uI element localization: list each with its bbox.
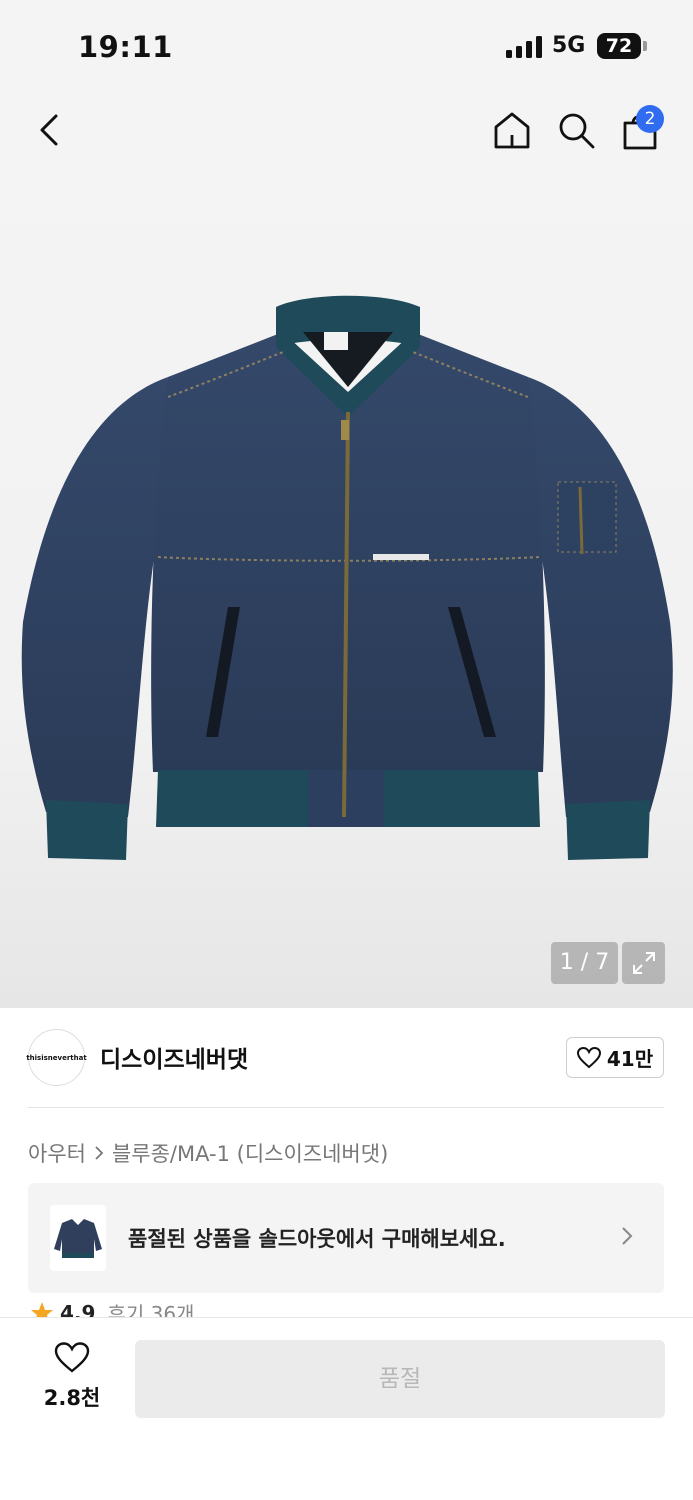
home-icon xyxy=(494,112,530,149)
wishlist-count: 2.8천 xyxy=(43,1386,101,1410)
wishlist-button[interactable]: 2.8천 xyxy=(34,1342,110,1418)
breadcrumb-item-category[interactable]: 아우터 xyxy=(28,1138,86,1168)
cart-count-badge: 2 xyxy=(636,105,664,133)
back-button[interactable] xyxy=(28,108,72,152)
status-time: 19:11 xyxy=(78,30,173,64)
expand-icon xyxy=(632,952,655,974)
buy-button[interactable]: 품절 xyxy=(135,1340,665,1418)
home-button[interactable] xyxy=(490,108,534,152)
brand-like-count: 41만 xyxy=(606,1047,654,1071)
chevron-right-icon xyxy=(622,1227,633,1245)
brand-logo-text: thisisneverthat xyxy=(26,1053,87,1062)
heart-icon xyxy=(576,1046,601,1068)
soldout-banner[interactable]: 품절된 상품을 솔드아웃에서 구매해보세요. xyxy=(28,1183,664,1293)
back-icon xyxy=(40,114,58,146)
signal-icon xyxy=(506,36,542,58)
expand-button[interactable] xyxy=(622,942,665,984)
status-bar: 19:11 5G 72 xyxy=(0,0,693,92)
brand-name[interactable]: 디스이즈네버댓 xyxy=(100,1040,248,1074)
network-type: 5G xyxy=(552,33,586,58)
brand-like-button[interactable]: 41만 xyxy=(566,1037,664,1078)
soldout-banner-text: 품절된 상품을 솔드아웃에서 구매해보세요. xyxy=(128,1227,506,1251)
brand-logo[interactable]: thisisneverthat xyxy=(26,1029,87,1086)
product-gallery[interactable]: 19:11 5G 72 2 1 / 7 xyxy=(0,0,693,1008)
heart-icon xyxy=(54,1342,90,1373)
search-button[interactable] xyxy=(554,108,598,152)
divider xyxy=(28,1107,664,1108)
battery-icon: 72 xyxy=(597,33,641,59)
breadcrumb: 아우터 블루종/MA-1 (디스이즈네버댓) xyxy=(28,1138,388,1168)
image-pager: 1 / 7 xyxy=(551,942,618,984)
product-image[interactable] xyxy=(18,292,678,862)
soldout-thumbnail xyxy=(50,1205,106,1271)
search-icon xyxy=(559,113,595,149)
chevron-right-icon xyxy=(95,1146,104,1160)
breadcrumb-item-subcategory[interactable]: 블루종/MA-1 (디스이즈네버댓) xyxy=(112,1138,388,1168)
battery-tip xyxy=(643,41,647,51)
